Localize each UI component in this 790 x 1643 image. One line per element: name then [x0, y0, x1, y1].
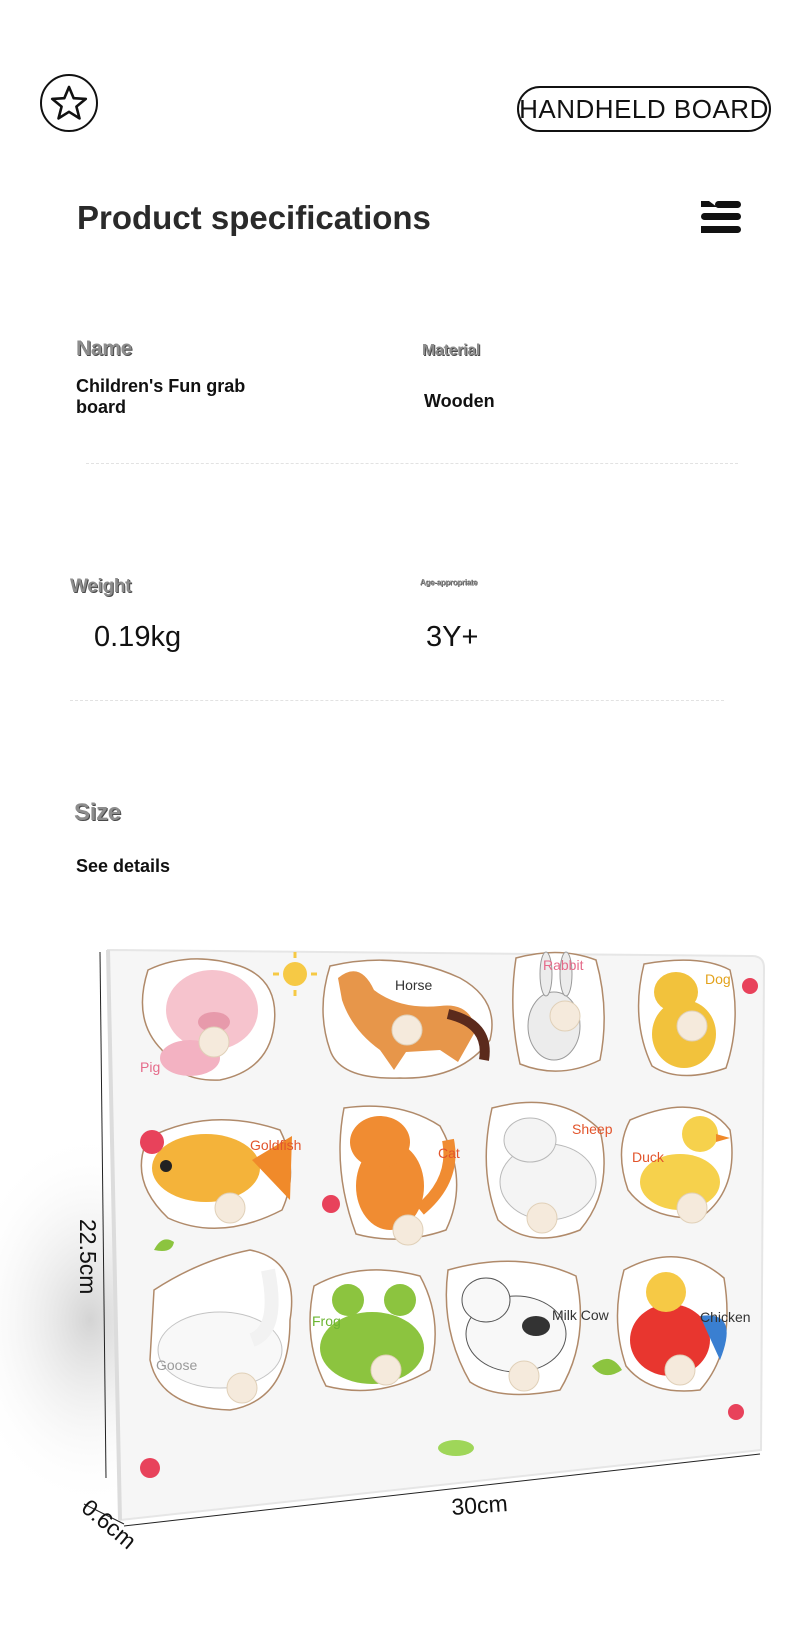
star-icon [50, 85, 88, 120]
goldfish-label: Goldfish [250, 1137, 301, 1153]
section-title: Product specifications [77, 199, 431, 236]
cat-label: Cat [438, 1145, 460, 1161]
age-label: Age-appropriate [420, 578, 478, 587]
frog-label: Frog [312, 1313, 341, 1329]
size-value: See details [76, 856, 171, 876]
goose-label: Goose [156, 1357, 197, 1373]
name-label: Name [76, 337, 132, 360]
list-icon [701, 201, 741, 233]
weight-label: Weight [70, 576, 132, 597]
divider [70, 700, 724, 701]
pig-piece [141, 958, 276, 1081]
rabbit-label: Rabbit [543, 957, 584, 973]
material-value: Wooden [424, 391, 495, 411]
duck-label: Duck [632, 1149, 665, 1165]
weight-value: 0.19kg [94, 621, 182, 653]
divider [86, 463, 738, 464]
product-board-image: Pig Horse Rabbit Dog Goldfish Cat Sheep … [0, 948, 766, 1554]
horse-label: Horse [395, 977, 433, 993]
width-dimension: 30cm [451, 1490, 509, 1520]
age-value: 3Y+ [426, 621, 479, 653]
chicken-label: Chicken [700, 1309, 751, 1325]
name-value: Children's Fun grab board [76, 376, 246, 417]
star-badge-icon [40, 74, 98, 132]
height-dimension: 22.5cm [75, 1219, 101, 1294]
material-label: Material [422, 342, 481, 359]
pig-label: Pig [140, 1059, 160, 1075]
sheep-label: Sheep [572, 1121, 613, 1137]
milk-cow-label: Milk Cow [552, 1307, 610, 1323]
handheld-board-badge: HANDHELD BOARD [517, 86, 771, 132]
dog-label: Dog [705, 971, 731, 987]
size-label: Size [74, 799, 121, 826]
